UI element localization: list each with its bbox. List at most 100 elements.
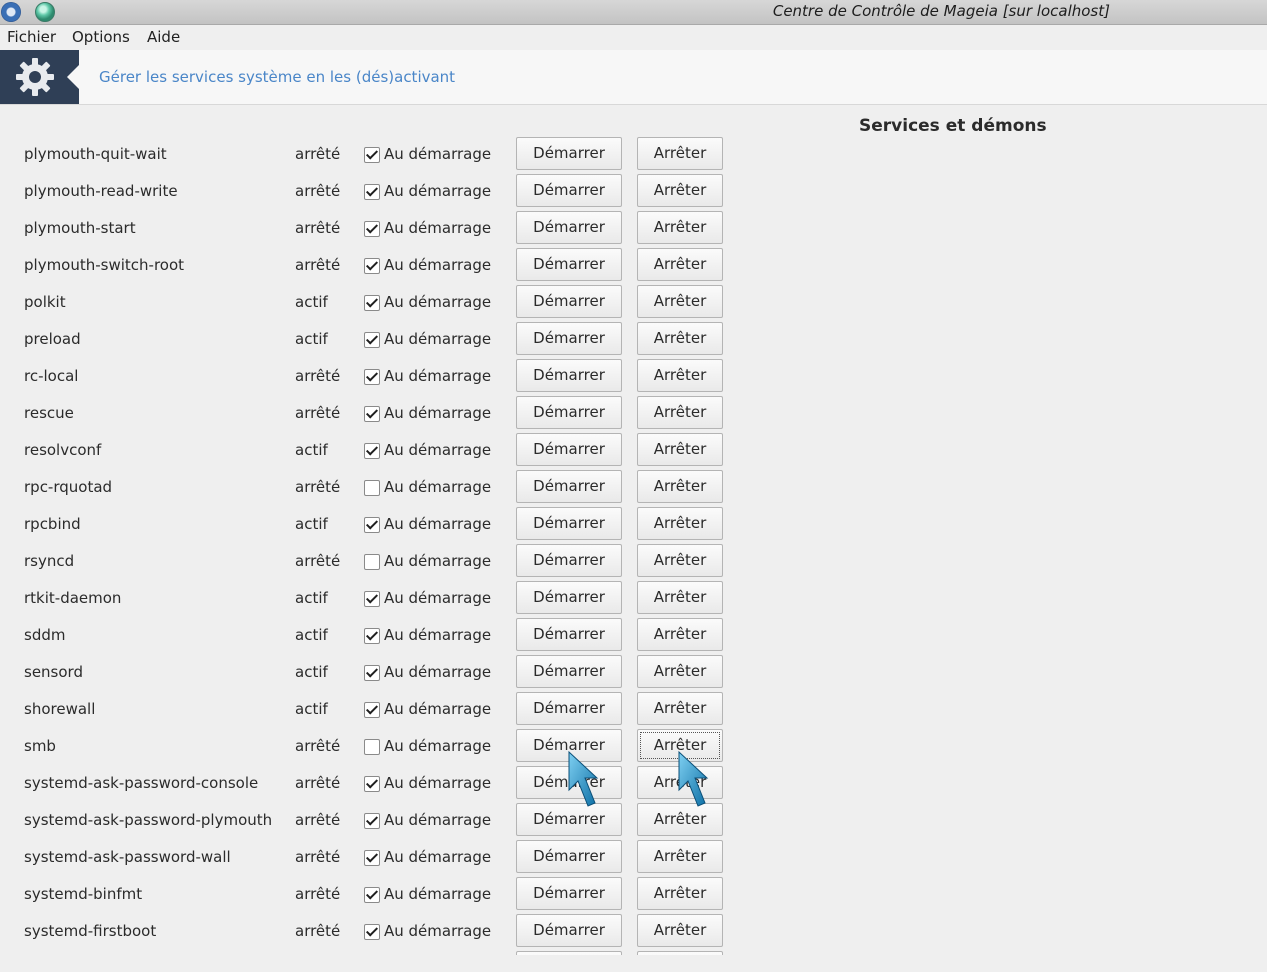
start-button[interactable]: Démarrer <box>516 692 622 725</box>
menu-fichier[interactable]: Fichier <box>7 28 56 46</box>
stop-button[interactable]: Arrêter <box>637 914 723 947</box>
start-button[interactable]: Démarrer <box>516 877 622 910</box>
start-button[interactable]: Démarrer <box>516 507 622 540</box>
start-button[interactable]: Démarrer <box>516 248 622 281</box>
on-boot-label[interactable]: Au démarrage <box>384 404 491 422</box>
start-button[interactable]: Démarrer <box>516 137 622 170</box>
on-boot-label[interactable]: Au démarrage <box>384 219 491 237</box>
service-row: rc-local arrêté Au démarrage Démarrer Arrête… <box>0 358 740 395</box>
stop-button[interactable]: Arrêter <box>637 285 723 318</box>
on-boot-label[interactable]: Au démarrage <box>384 589 491 607</box>
start-button[interactable]: Démarrer <box>516 174 622 207</box>
start-button[interactable]: Démarrer <box>516 618 622 651</box>
on-boot-checkbox[interactable] <box>364 480 380 496</box>
start-button[interactable]: Démarrer <box>516 840 622 873</box>
on-boot-checkbox[interactable] <box>364 258 380 274</box>
on-boot-checkbox[interactable] <box>364 813 380 829</box>
stop-button[interactable]: Arrêter <box>637 766 723 799</box>
stop-button[interactable]: Arrêter <box>637 729 723 762</box>
on-boot-checkbox[interactable] <box>364 517 380 533</box>
on-boot-checkbox[interactable] <box>364 591 380 607</box>
stop-button[interactable]: Arrêter <box>637 137 723 170</box>
on-boot-label[interactable]: Au démarrage <box>384 478 491 496</box>
on-boot-label[interactable]: Au démarrage <box>384 515 491 533</box>
start-button[interactable]: Démarrer <box>516 544 622 577</box>
start-button[interactable]: Démarrer <box>516 433 622 466</box>
on-boot-label[interactable]: Au démarrage <box>384 848 491 866</box>
stop-button[interactable]: Arrêter <box>637 655 723 688</box>
on-boot-label[interactable]: Au démarrage <box>384 811 491 829</box>
on-boot-label[interactable]: Au démarrage <box>384 663 491 681</box>
start-button[interactable]: Démarrer <box>516 729 622 762</box>
stop-button[interactable]: Arrêter <box>637 692 723 725</box>
on-boot-label[interactable]: Au démarrage <box>384 330 491 348</box>
on-boot-label[interactable]: Au démarrage <box>384 293 491 311</box>
stop-button[interactable]: Arrêter <box>637 803 723 836</box>
start-button[interactable]: Démarrer <box>516 359 622 392</box>
services-list[interactable]: plymouth-quit-wait arrêté Au démarrage Déma… <box>0 135 740 955</box>
stop-button[interactable]: Arrêter <box>637 248 723 281</box>
start-button[interactable]: Démarrer <box>516 766 622 799</box>
on-boot-checkbox[interactable] <box>364 739 380 755</box>
on-boot-checkbox[interactable] <box>364 554 380 570</box>
start-button[interactable]: Démarrer <box>516 914 622 947</box>
start-button[interactable]: Démarrer <box>516 322 622 355</box>
on-boot-checkbox[interactable] <box>364 665 380 681</box>
start-button[interactable]: Démarrer <box>516 470 622 503</box>
on-boot-checkbox[interactable] <box>364 221 380 237</box>
on-boot-checkbox[interactable] <box>364 850 380 866</box>
on-boot-label[interactable]: Au démarrage <box>384 737 491 755</box>
window-ball-icon[interactable] <box>35 2 55 22</box>
stop-button[interactable] <box>637 951 723 955</box>
on-boot-label[interactable]: Au démarrage <box>384 922 491 940</box>
stop-button[interactable]: Arrêter <box>637 840 723 873</box>
mageia-gear-icon[interactable] <box>1 2 21 22</box>
start-button[interactable]: Démarrer <box>516 396 622 429</box>
on-boot-label[interactable]: Au démarrage <box>384 367 491 385</box>
stop-button[interactable]: Arrêter <box>637 174 723 207</box>
stop-button[interactable]: Arrêter <box>637 618 723 651</box>
on-boot-label[interactable]: Au démarrage <box>384 145 491 163</box>
stop-button[interactable]: Arrêter <box>637 396 723 429</box>
stop-button[interactable]: Arrêter <box>637 544 723 577</box>
service-state: actif <box>295 515 328 533</box>
stop-button[interactable]: Arrêter <box>637 359 723 392</box>
stop-button[interactable]: Arrêter <box>637 470 723 503</box>
on-boot-checkbox[interactable] <box>364 776 380 792</box>
start-button[interactable]: Démarrer <box>516 581 622 614</box>
on-boot-checkbox[interactable] <box>364 924 380 940</box>
start-button[interactable]: Démarrer <box>516 285 622 318</box>
menu-aide[interactable]: Aide <box>147 28 180 46</box>
menu-options[interactable]: Options <box>72 28 130 46</box>
start-button[interactable]: Démarrer <box>516 211 622 244</box>
on-boot-checkbox[interactable] <box>364 332 380 348</box>
stop-button[interactable]: Arrêter <box>637 581 723 614</box>
on-boot-checkbox[interactable] <box>364 406 380 422</box>
on-boot-label[interactable]: Au démarrage <box>384 441 491 459</box>
stop-button[interactable]: Arrêter <box>637 877 723 910</box>
start-button[interactable]: Démarrer <box>516 655 622 688</box>
on-boot-label[interactable]: Au démarrage <box>384 256 491 274</box>
on-boot-label[interactable]: Au démarrage <box>384 552 491 570</box>
service-name: preload <box>24 330 81 348</box>
on-boot-checkbox[interactable] <box>364 184 380 200</box>
on-boot-label[interactable]: Au démarrage <box>384 626 491 644</box>
stop-button[interactable]: Arrêter <box>637 433 723 466</box>
start-button[interactable]: Démarrer <box>516 803 622 836</box>
stop-button[interactable]: Arrêter <box>637 211 723 244</box>
on-boot-label[interactable]: Au démarrage <box>384 700 491 718</box>
on-boot-checkbox[interactable] <box>364 147 380 163</box>
on-boot-label[interactable]: Au démarrage <box>384 182 491 200</box>
on-boot-label[interactable]: Au démarrage <box>384 774 491 792</box>
on-boot-checkbox[interactable] <box>364 369 380 385</box>
on-boot-label[interactable]: Au démarrage <box>384 885 491 903</box>
on-boot-checkbox[interactable] <box>364 628 380 644</box>
stop-button[interactable]: Arrêter <box>637 322 723 355</box>
service-row: polkit actif Au démarrage Démarrer Arrêter <box>0 284 740 321</box>
start-button[interactable] <box>516 951 622 955</box>
on-boot-checkbox[interactable] <box>364 295 380 311</box>
on-boot-checkbox[interactable] <box>364 702 380 718</box>
on-boot-checkbox[interactable] <box>364 443 380 459</box>
stop-button[interactable]: Arrêter <box>637 507 723 540</box>
on-boot-checkbox[interactable] <box>364 887 380 903</box>
